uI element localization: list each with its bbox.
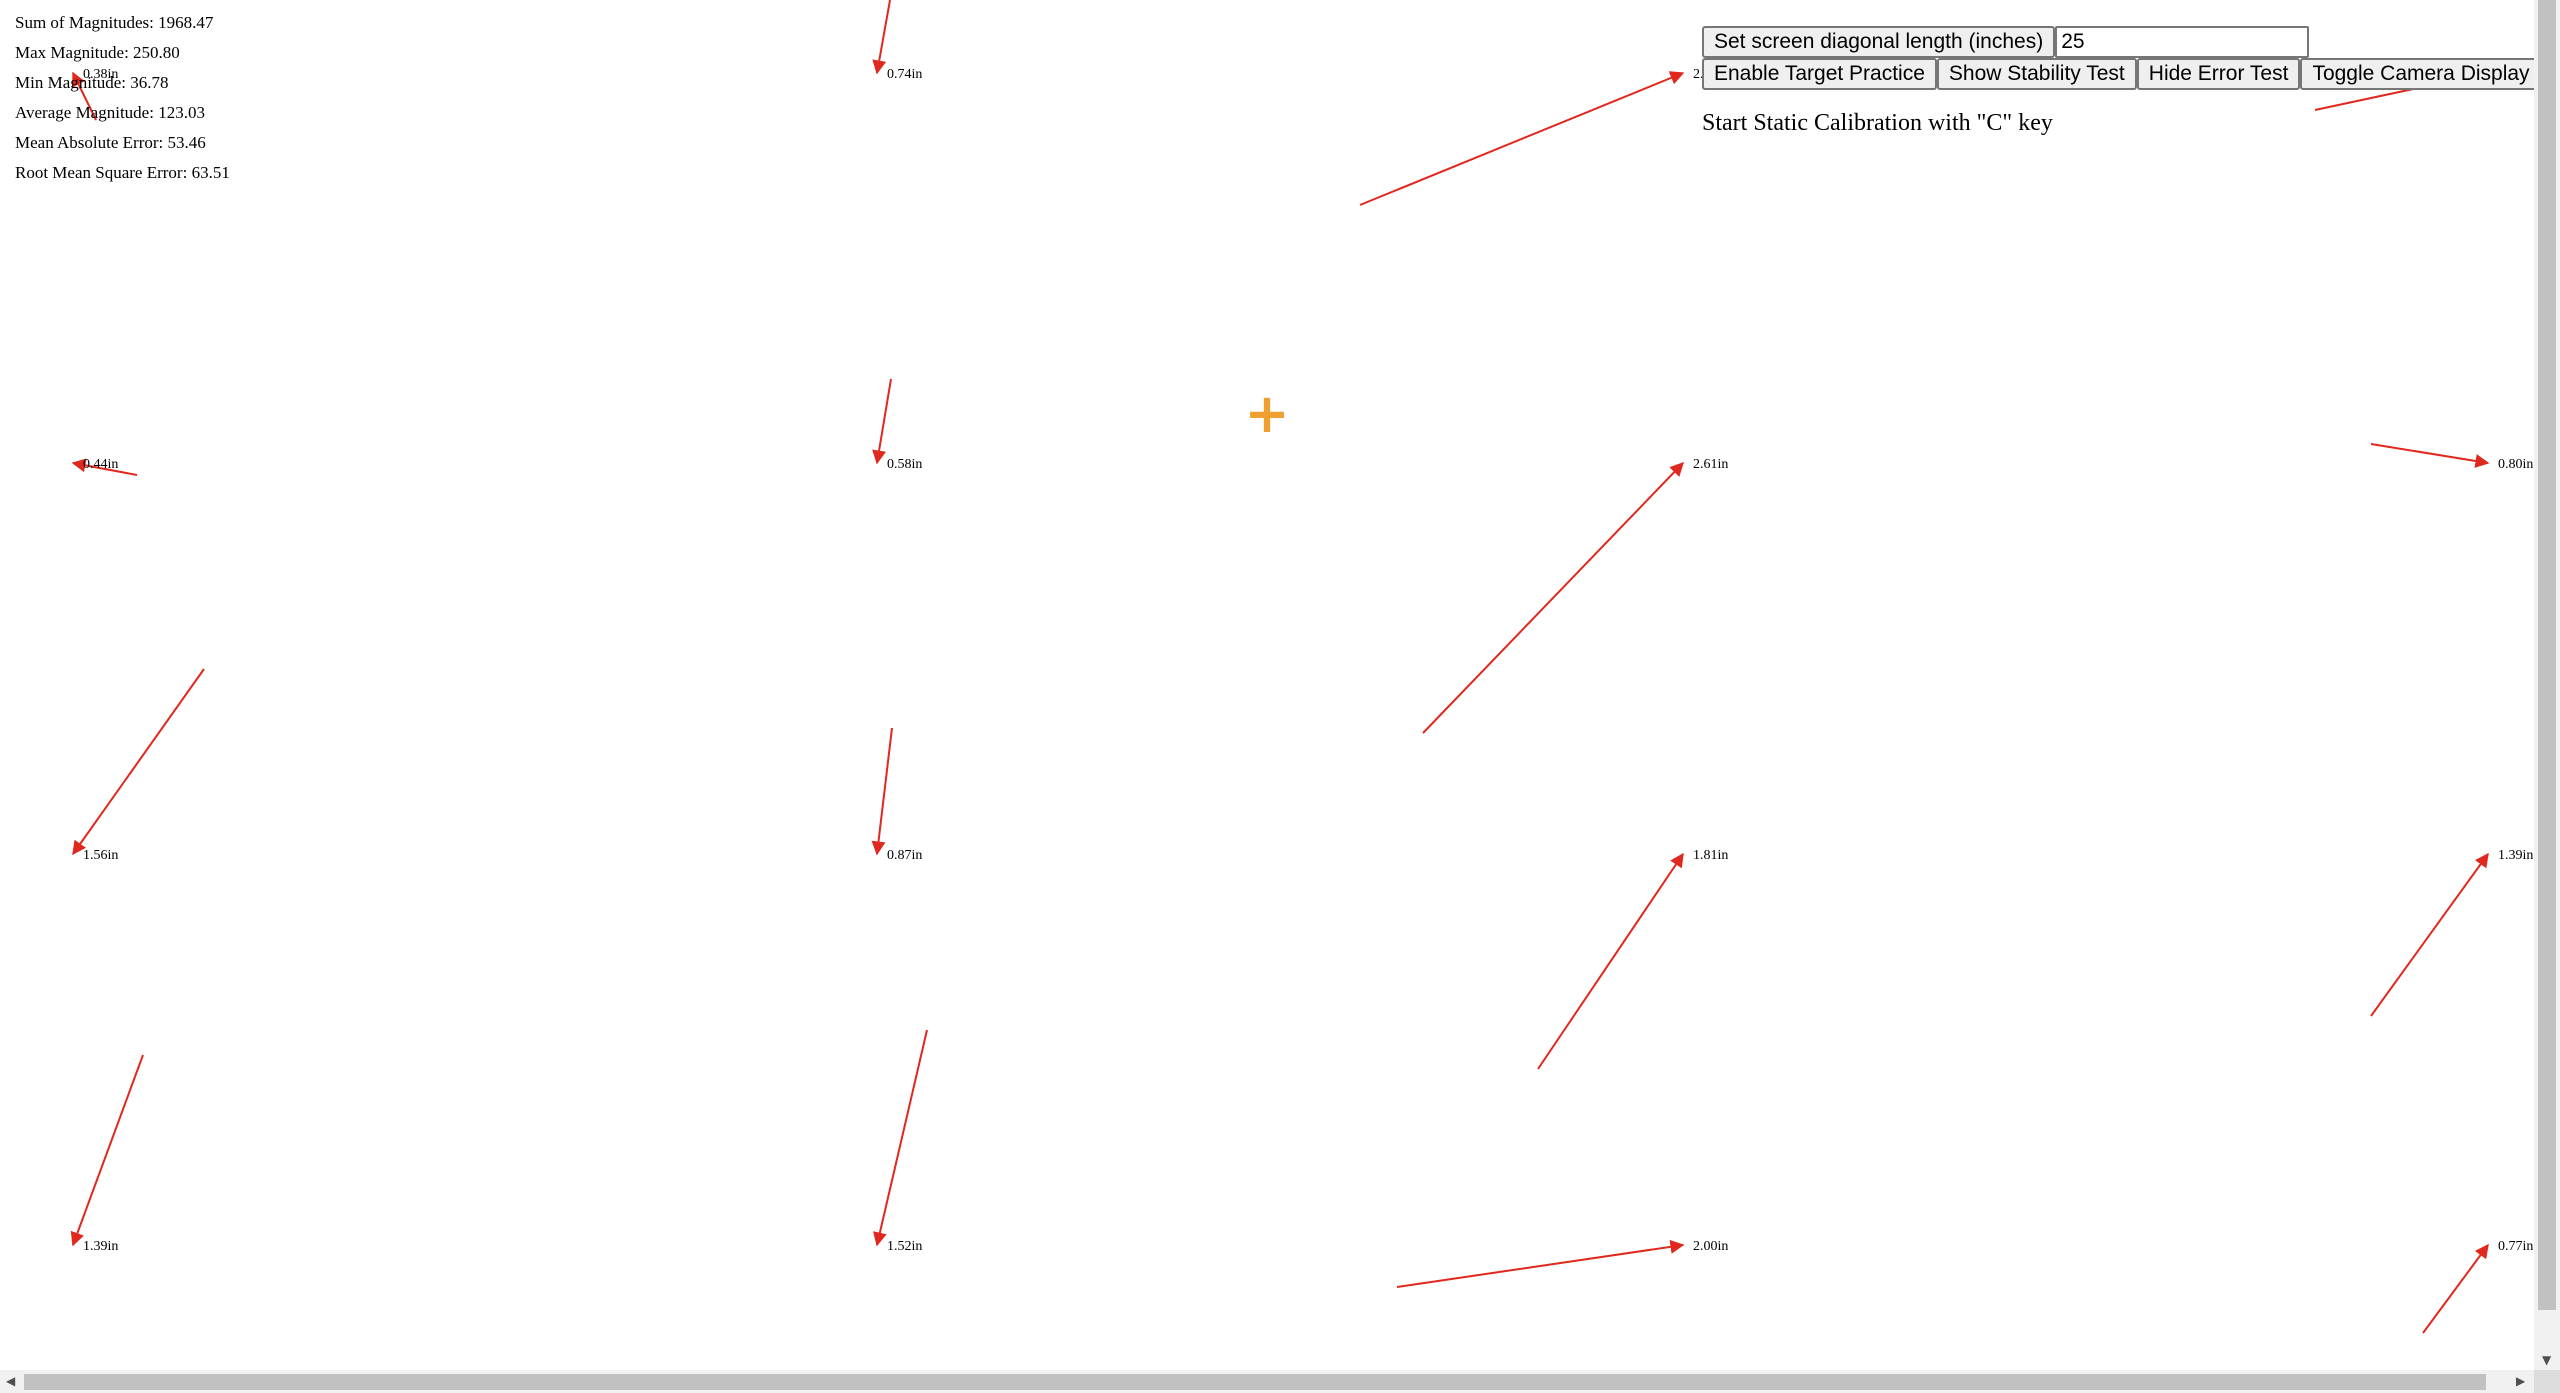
scroll-right-icon[interactable]: ▶ xyxy=(2516,1375,2525,1387)
error-vector-label: 2.00in xyxy=(1693,1239,1728,1254)
scroll-down-icon[interactable]: ▼ xyxy=(2542,1354,2551,1366)
enable-target-practice-button[interactable]: Enable Target Practice xyxy=(1702,58,1937,90)
set-diagonal-button[interactable]: Set screen diagonal length (inches) xyxy=(1702,26,2056,58)
max-magnitude: Max Magnitude: 250.80 xyxy=(15,43,180,62)
error-vector-label: 0.74in xyxy=(887,67,922,82)
hide-error-test-button[interactable]: Hide Error Test xyxy=(2136,58,2301,90)
min-magnitude: Min Magnitude: 36.78 xyxy=(15,73,169,92)
diagonal-row: Set screen diagonal length (inches) xyxy=(1702,26,2542,58)
horizontal-scrollbar[interactable]: ◀ ▶ xyxy=(0,1370,2534,1393)
sum-of-magnitudes: Sum of Magnitudes: 1968.47 xyxy=(15,13,214,32)
error-vector-label: 1.39in xyxy=(2498,848,2533,863)
scroll-left-icon[interactable]: ◀ xyxy=(6,1375,15,1387)
error-vector-arrow xyxy=(2370,443,2490,468)
mean-absolute-error: Mean Absolute Error: 53.46 xyxy=(15,133,206,152)
error-vector-label: 0.44in xyxy=(83,457,118,472)
error-vector-label: 0.80in xyxy=(2498,457,2533,472)
error-vector-arrow xyxy=(872,0,891,75)
error-vector-arrow xyxy=(1537,852,1684,1070)
error-vector-arrow xyxy=(873,1029,928,1247)
diagonal-input[interactable] xyxy=(2055,26,2310,58)
vertical-scrollbar[interactable]: ▼ xyxy=(2534,0,2560,1370)
error-vector-label: 2.61in xyxy=(1693,457,1728,472)
error-vector-arrow xyxy=(872,378,892,465)
error-vector-label: 0.87in xyxy=(887,848,922,863)
error-vector-label: 0.77in xyxy=(2498,1239,2533,1254)
error-vector-arrow xyxy=(871,727,893,856)
scrollbar-corner xyxy=(2534,1370,2560,1393)
error-vector-arrow xyxy=(1359,71,1685,206)
root-mean-square-error: Root Mean Square Error: 63.51 xyxy=(15,163,230,182)
average-magnitude: Average Magnitude: 123.03 xyxy=(15,103,205,122)
error-vector-label: 1.56in xyxy=(83,848,118,863)
vertical-scroll-thumb[interactable] xyxy=(2538,0,2556,1310)
error-vector-label: 1.39in xyxy=(83,1239,118,1254)
crosshair-icon: + xyxy=(1244,382,1289,445)
error-vector-label: 0.58in xyxy=(887,457,922,472)
error-vector-label: 1.81in xyxy=(1693,848,1728,863)
calibration-hint: Start Static Calibration with "C" key xyxy=(1702,110,2053,136)
toggle-camera-display-button[interactable]: Toggle Camera Display xyxy=(2300,58,2542,90)
error-vector-arrow xyxy=(2422,1243,2489,1334)
error-stats-panel: Sum of Magnitudes: 1968.47 Max Magnitude… xyxy=(15,8,230,188)
error-vector-arrow xyxy=(1396,1239,1685,1288)
error-vector-arrow xyxy=(70,1054,144,1247)
toggle-buttons-row: Enable Target Practice Show Stability Te… xyxy=(1702,58,2542,90)
error-vector-arrow xyxy=(1422,461,1684,734)
error-vector-arrow xyxy=(2370,852,2489,1017)
control-panel: Set screen diagonal length (inches) Enab… xyxy=(1702,26,2542,90)
error-vector-arrow xyxy=(72,668,205,856)
horizontal-scroll-thumb[interactable] xyxy=(24,1374,2486,1390)
show-stability-test-button[interactable]: Show Stability Test xyxy=(1936,58,2137,90)
error-vector-label: 1.52in xyxy=(887,1239,922,1254)
error-vector-overlay: 0.38in0.74in2.__in1.22in0.44in0.58in2.61… xyxy=(70,0,2533,1334)
